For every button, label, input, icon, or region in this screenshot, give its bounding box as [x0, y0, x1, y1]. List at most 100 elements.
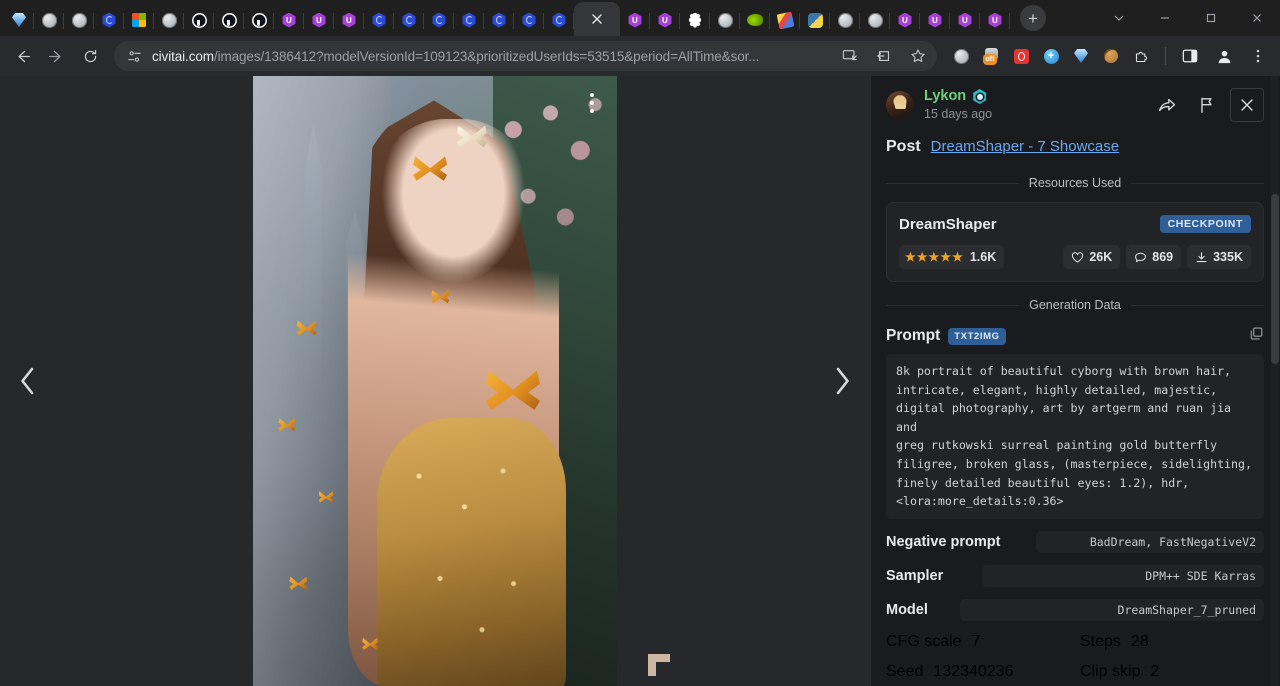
next-image-button[interactable] — [818, 357, 866, 405]
off-icon: off — [983, 48, 1000, 65]
globe-tab-4[interactable] — [710, 4, 740, 36]
nvidia-tab[interactable] — [740, 4, 770, 36]
resources-used-label: Resources Used — [1019, 176, 1131, 190]
panel-scrollbar-track[interactable] — [1271, 76, 1279, 686]
flag-icon[interactable] — [1190, 88, 1224, 122]
store-tab[interactable] — [124, 4, 154, 36]
menu-dot — [590, 93, 594, 97]
window-controls — [1096, 0, 1280, 36]
reload-button[interactable] — [74, 40, 106, 72]
puzzle-extension[interactable] — [1127, 42, 1155, 70]
globe-tab-3[interactable] — [154, 4, 184, 36]
civitai-tab-1[interactable] — [94, 4, 124, 36]
civitai-tab-7[interactable] — [514, 4, 544, 36]
close-icon[interactable] — [1230, 88, 1264, 122]
github-tab-3[interactable] — [244, 4, 274, 36]
tab-strip: UUUUUUUUU + — [0, 0, 1280, 36]
bookmark-star-icon[interactable] — [905, 42, 931, 70]
post-row: Post DreamShaper - 7 Showcase — [886, 132, 1264, 168]
page-content: Lykon 15 days ago — [0, 76, 1280, 686]
globe-tab-1[interactable] — [34, 4, 64, 36]
resource-card[interactable]: DreamShaper CHECKPOINT ★★★★★ 1.6K 26K — [886, 202, 1264, 282]
negative-prompt-value: BadDream, FastNegativeV2 — [1036, 531, 1264, 553]
three-dot-menu-icon[interactable] — [1242, 40, 1274, 72]
maximize-button[interactable] — [1188, 0, 1234, 36]
star-icon: ★ — [917, 251, 928, 263]
username[interactable]: Lykon — [924, 89, 966, 104]
ublock-tab-5[interactable]: U — [650, 4, 680, 36]
share-page-icon[interactable] — [871, 42, 897, 70]
ublock-tab-6[interactable]: U — [890, 4, 920, 36]
copy-prompt-icon[interactable] — [1249, 326, 1264, 346]
cookie-icon — [1104, 49, 1118, 63]
site-settings-icon[interactable] — [124, 46, 144, 66]
github-tab-1[interactable] — [184, 4, 214, 36]
ublock-tab-4[interactable]: U — [620, 4, 650, 36]
settings-tab[interactable] — [680, 4, 710, 36]
opera-extension[interactable] — [1007, 42, 1035, 70]
back-button[interactable] — [6, 40, 38, 72]
civitai-tab-3[interactable] — [394, 4, 424, 36]
share-icon[interactable] — [1150, 88, 1184, 122]
menu-dot — [590, 109, 594, 113]
resource-title: DreamShaper — [899, 216, 997, 233]
diamond-icon — [12, 13, 26, 27]
globe-icon — [42, 13, 57, 28]
post-link[interactable]: DreamShaper - 7 Showcase — [931, 138, 1119, 155]
globe-extension[interactable] — [947, 42, 975, 70]
ublock-tab-2[interactable]: U — [304, 4, 334, 36]
ublock-tab-3[interactable]: U — [334, 4, 364, 36]
model-label: Model — [886, 602, 950, 618]
heart-icon — [1071, 251, 1084, 264]
globe-tab-2[interactable] — [64, 4, 94, 36]
civitai-tab-6[interactable] — [484, 4, 514, 36]
panel-scrollbar-thumb[interactable] — [1271, 194, 1279, 364]
cfg-scale-value: 7 — [972, 633, 981, 651]
civitai-tab-5[interactable] — [454, 4, 484, 36]
cast-icon[interactable] — [837, 42, 863, 70]
globe-tab-5[interactable] — [830, 4, 860, 36]
forward-button[interactable] — [40, 40, 72, 72]
model-value: DreamShaper_7_pruned — [960, 599, 1264, 621]
python-icon — [808, 13, 823, 28]
address-bar[interactable]: civitai.com/images/1386412?modelVersionI… — [114, 41, 937, 71]
paint-tab[interactable] — [770, 4, 800, 36]
civitai-tab-2[interactable] — [364, 4, 394, 36]
diamond-extension[interactable] — [1067, 42, 1095, 70]
panel-header: Lykon 15 days ago — [870, 76, 1280, 132]
python-tab[interactable] — [800, 4, 830, 36]
globe-icon — [868, 13, 883, 28]
civitai-tab-8[interactable] — [544, 4, 574, 36]
side-panel-icon[interactable] — [1174, 40, 1206, 72]
off-extension[interactable]: off — [977, 42, 1005, 70]
plus-extension[interactable]: + — [1037, 42, 1065, 70]
seed-label: Seed — [886, 663, 923, 681]
ublock-tab-1[interactable]: U — [274, 4, 304, 36]
cookie-extension[interactable] — [1097, 42, 1125, 70]
ublock-tab-8[interactable]: U — [950, 4, 980, 36]
globe-tab-6[interactable] — [860, 4, 890, 36]
window-close-button[interactable] — [1234, 0, 1280, 36]
minimize-button[interactable] — [1142, 0, 1188, 36]
previous-image-button[interactable] — [4, 357, 52, 405]
resize-corner-handle[interactable] — [648, 654, 670, 676]
gear-icon — [688, 13, 703, 28]
url-host: civitai.com — [152, 49, 214, 64]
generated-image[interactable] — [253, 76, 617, 686]
downloads-count: 335K — [1213, 250, 1243, 264]
tab-search-button[interactable] — [1096, 0, 1142, 36]
prompt-text[interactable]: 8k portrait of beautiful cyborg with bro… — [886, 354, 1264, 519]
star-rating-icons: ★★★★★ — [905, 251, 963, 263]
github-tab-2[interactable] — [214, 4, 244, 36]
profile-icon[interactable] — [1208, 40, 1240, 72]
ublock-icon: U — [628, 13, 643, 28]
ublock-tab-9[interactable]: U — [980, 4, 1010, 36]
diamond-tab[interactable] — [4, 4, 34, 36]
ublock-tab-7[interactable]: U — [920, 4, 950, 36]
civitai-tab-4[interactable] — [424, 4, 454, 36]
url-path: /images/1386412?modelVersionId=109123&pr… — [214, 49, 759, 64]
civitai-active-tab[interactable] — [574, 2, 620, 36]
image-context-menu[interactable] — [579, 88, 605, 118]
avatar[interactable] — [886, 91, 914, 119]
new-tab-button[interactable]: + — [1016, 1, 1050, 35]
